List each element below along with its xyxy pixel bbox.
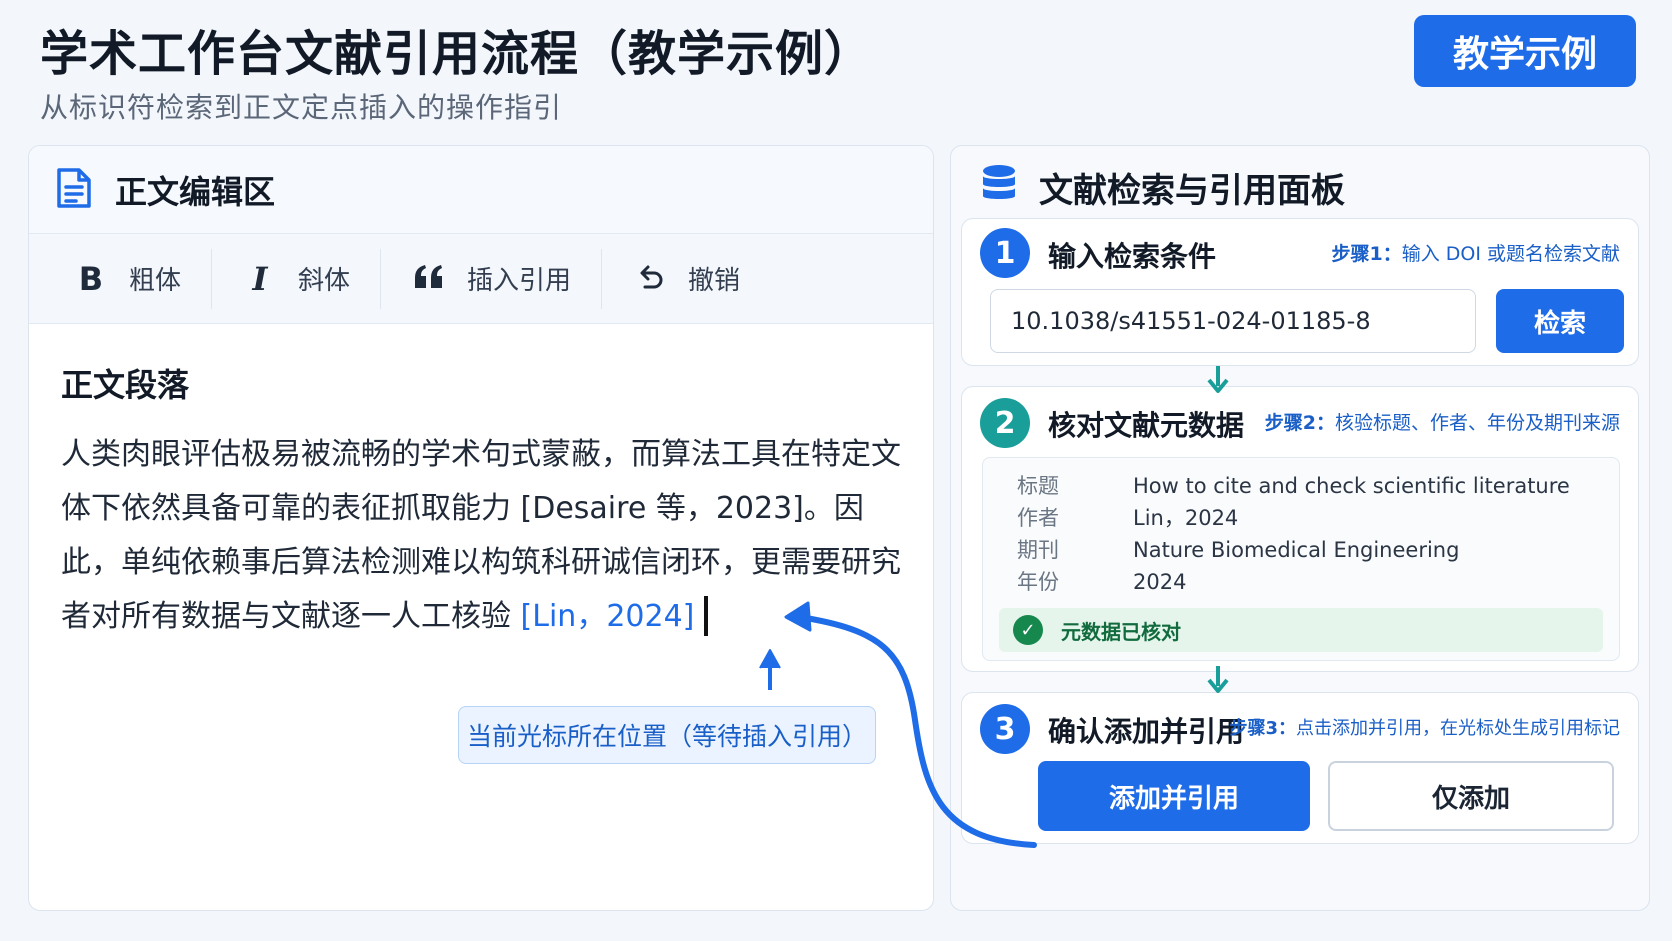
cursor-position-tooltip: 当前光标所在位置（等待插入引用）: [458, 706, 876, 764]
step-2-hint-text: 核验标题、作者、年份及期刊来源: [1334, 412, 1620, 434]
search-button[interactable]: 检索: [1496, 289, 1624, 353]
metadata-key: 标题: [1017, 474, 1059, 498]
step-3-hint: 步骤3：点击添加并引用，在光标处生成引用标记: [1229, 714, 1620, 740]
metadata-row-title: 标题 How to cite and check scientific liter…: [1017, 470, 1570, 500]
metadata-key: 年份: [1017, 570, 1059, 594]
undo-icon: [630, 260, 670, 298]
inserted-citation[interactable]: [Lin，2024]: [521, 599, 695, 634]
step-3-hint-prefix: 步骤3：: [1229, 718, 1296, 739]
page-subtitle: 从标识符检索到正文定点插入的操作指引: [40, 91, 563, 124]
database-icon: [981, 164, 1017, 210]
step-1-number: 1: [980, 228, 1030, 278]
document-icon: [55, 167, 93, 213]
metadata-key: 期刊: [1017, 538, 1059, 562]
paragraph-text[interactable]: 人类肉眼评估极易被流畅的学术句式蒙蔽，而算法工具在特定文体下依然具备可靠的表征抓…: [61, 428, 901, 644]
step-2-title: 核对文献元数据: [1048, 409, 1245, 442]
step-2-hint-prefix: 步骤2：: [1264, 412, 1335, 434]
editor-panel-header: 正文编辑区: [29, 146, 933, 234]
step-1-card: 1 输入检索条件 步骤1：输入 DOI 或题名检索文献 10.1038/s415…: [961, 218, 1639, 366]
insert-citation-label: 插入引用: [467, 266, 572, 296]
page-title: 学术工作台文献引用流程（教学示例）: [40, 26, 874, 82]
insert-citation-button[interactable]: 插入引用: [381, 248, 603, 309]
metadata-value: Lin，2024: [1133, 506, 1239, 530]
step-2-card: 2 核对文献元数据 步骤2：核验标题、作者、年份及期刊来源 标题 How to c…: [961, 386, 1639, 672]
undo-label: 撤销: [688, 266, 741, 296]
citation-panel-header: 文献检索与引用面板: [951, 146, 1649, 228]
verified-label: 元数据已核对: [1061, 619, 1181, 644]
step-2-hint: 步骤2：核验标题、作者、年份及期刊来源: [1265, 408, 1620, 435]
step-1-hint: 步骤1：输入 DOI 或题名检索文献: [1331, 239, 1620, 266]
editor-toolbar: B 粗体 I 斜体 插入引用 撤销: [29, 234, 933, 324]
citation-panel: 文献检索与引用面板 1 输入检索条件 步骤1：输入 DOI 或题名检索文献 10…: [950, 145, 1650, 911]
step-1-to-2-arrow-icon: [1207, 366, 1229, 393]
step-3-title: 确认添加并引用: [1048, 715, 1245, 748]
doi-search-input[interactable]: 10.1038/s41551-024-01185-8: [990, 289, 1476, 353]
undo-button[interactable]: 撤销: [602, 249, 770, 309]
metadata-box: 标题 How to cite and check scientific liter…: [982, 457, 1620, 661]
editor-panel-title: 正文编辑区: [115, 172, 276, 211]
step-3-number: 3: [980, 704, 1030, 754]
metadata-verified-status: ✓ 元数据已核对: [999, 608, 1603, 652]
italic-label: 斜体: [298, 266, 351, 296]
step-2-number: 2: [980, 398, 1030, 448]
step-1-hint-text: 输入 DOI 或题名检索文献: [1401, 243, 1620, 265]
step-1-hint-prefix: 步骤1：: [1331, 243, 1402, 265]
paragraph-body: 人类肉眼评估极易被流畅的学术句式蒙蔽，而算法工具在特定文体下依然具备可靠的表征抓…: [61, 437, 901, 634]
bold-icon: B: [78, 259, 104, 298]
metadata-row-journal: 期刊 Nature Biomedical Engineering: [1017, 534, 1459, 564]
editor-panel: 正文编辑区 B 粗体 I 斜体 插入引用 撤销 正文段落 人类肉眼评估极易被流畅…: [28, 145, 934, 911]
check-circle-icon: ✓: [1013, 615, 1043, 645]
step-3-card: 3 确认添加并引用 步骤3：点击添加并引用，在光标处生成引用标记 添加并引用 仅…: [961, 692, 1639, 844]
bold-button[interactable]: B 粗体: [43, 248, 213, 309]
add-only-button[interactable]: 仅添加: [1328, 761, 1614, 831]
bold-label: 粗体: [129, 266, 182, 296]
metadata-value: 2024: [1133, 570, 1187, 594]
step-2-to-3-arrow-icon: [1207, 666, 1229, 693]
teaching-example-badge: 教学示例: [1414, 15, 1636, 87]
editor-body[interactable]: 正文段落 人类肉眼评估极易被流畅的学术句式蒙蔽，而算法工具在特定文体下依然具备可…: [29, 324, 933, 910]
metadata-row-author: 作者 Lin，2024: [1017, 502, 1238, 532]
metadata-row-year: 年份 2024: [1017, 566, 1186, 596]
italic-icon: I: [252, 259, 268, 298]
metadata-value: How to cite and check scientific literat…: [1133, 474, 1570, 498]
metadata-key: 作者: [1017, 506, 1059, 530]
italic-button[interactable]: I 斜体: [212, 248, 382, 309]
text-cursor: [704, 595, 709, 636]
metadata-value: Nature Biomedical Engineering: [1133, 538, 1460, 562]
citation-panel-title: 文献检索与引用面板: [1039, 170, 1345, 211]
step-1-title: 输入检索条件: [1048, 240, 1217, 273]
step-3-hint-text: 点击添加并引用，在光标处生成引用标记: [1296, 718, 1620, 739]
add-and-cite-button[interactable]: 添加并引用: [1038, 761, 1310, 831]
quote-icon: [409, 260, 449, 298]
paragraph-title: 正文段落: [61, 366, 190, 404]
